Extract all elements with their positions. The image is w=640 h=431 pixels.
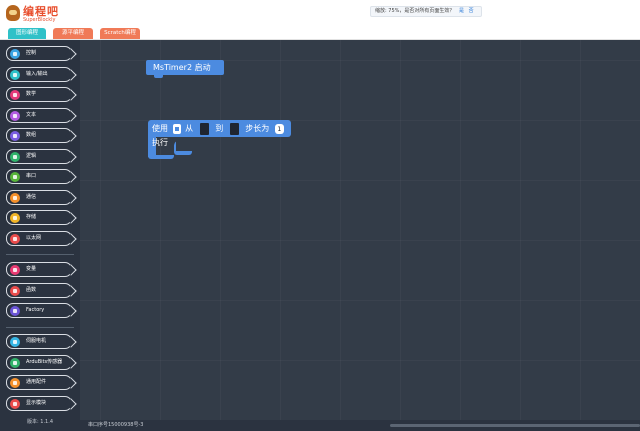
grid-line [580, 40, 581, 420]
sidebar-category-label: 控制 [26, 50, 37, 56]
grid-line [80, 180, 640, 181]
sidebar-category-math[interactable]: 数学 [6, 87, 72, 102]
sidebar-category-label: 逻辑 [26, 152, 37, 159]
status-bar: 串口序号15000938号-3 [80, 420, 640, 431]
zoom-notice-bar: 缩放: 75%，是否对所有页面生效？ 是 否 [370, 6, 482, 17]
block-workspace[interactable]: MsTimer2 启动 使用 从 到 步长为 1 执行 [80, 40, 640, 420]
grid-line [400, 40, 401, 420]
grid-line [460, 40, 461, 420]
sidebar-category-label: 以太网 [26, 234, 42, 241]
zoom-no-button[interactable]: 否 [469, 7, 474, 16]
tab-graphic-programming[interactable]: 图形编程 [8, 28, 46, 39]
sidebar-category-accessory[interactable]: 通用配件 [6, 375, 72, 390]
sensor-icon [10, 357, 20, 368]
loop-step-value[interactable]: 1 [274, 123, 284, 134]
loop-step-label: 步长为 [245, 124, 270, 133]
sidebar-category-label: 输入/输出 [26, 70, 48, 77]
grid-line [520, 40, 521, 420]
for-loop-block[interactable]: 使用 从 到 步长为 1 [148, 120, 291, 137]
serial-status: 串口序号15000938号-3 [88, 422, 144, 428]
sidebar-category-io[interactable]: 输入/输出 [6, 66, 72, 82]
sidebar-category-function[interactable]: 函数 [6, 282, 72, 298]
sidebar-divider [6, 254, 74, 255]
serial-icon [10, 172, 20, 182]
sidebar-category-logic[interactable]: 逻辑 [6, 148, 72, 164]
loop-from-socket[interactable] [199, 122, 209, 135]
loop-variable-socket[interactable] [172, 123, 181, 134]
sidebar-category-serial[interactable]: 串口 [6, 169, 72, 184]
sidebar-category-control[interactable]: 控制 [6, 46, 72, 61]
sidebar-divider [6, 326, 74, 328]
sidebar-category-label: 串口 [26, 173, 37, 179]
grid-line [160, 40, 161, 420]
top-bar: 编程吧 SuperBlockly 图形编程 源平编程 Scratch编程 缩放:… [0, 0, 640, 40]
zoom-yes-button[interactable]: 是 [459, 7, 464, 16]
sidebar-category-display[interactable]: 显示模块 [6, 395, 72, 411]
sidebar-category-text[interactable]: 文本 [6, 107, 72, 123]
control-icon [10, 49, 20, 59]
ethernet-icon [10, 233, 20, 244]
grid-line [280, 40, 281, 420]
function-icon [10, 285, 20, 296]
math-icon [10, 90, 20, 100]
loop-block-bottom [148, 155, 174, 159]
loop-slot-notch [176, 137, 194, 151]
array-icon [10, 131, 20, 141]
sidebar-category-factory[interactable]: Factory [6, 303, 72, 318]
sidebar-category-label: 显示模块 [26, 399, 47, 406]
loop-to-label: 到 [215, 124, 224, 133]
tab-code-programming[interactable]: 源平编程 [53, 28, 93, 39]
grid-line [80, 300, 640, 301]
display-icon [10, 398, 20, 409]
app-logo[interactable]: 编程吧 SuperBlockly [6, 4, 66, 24]
loop-to-socket[interactable] [229, 122, 239, 135]
factory-icon [10, 306, 20, 316]
logic-icon [10, 151, 20, 162]
sidebar-category-label: Factory [26, 307, 45, 313]
sidebar-category-sensor[interactable]: ArduBits传感器 [6, 354, 72, 370]
accessory-icon [10, 378, 20, 388]
mstimer2-start-label: MsTimer2 启动 [153, 63, 211, 72]
variable-icon [10, 265, 20, 275]
comm-icon [10, 192, 20, 203]
tab-scratch-programming[interactable]: Scratch编程 [100, 28, 140, 39]
loop-prefix-label: 使用 [152, 124, 168, 133]
sidebar-category-label: 数组 [26, 132, 37, 138]
sidebar-category-comm[interactable]: 通信 [6, 189, 72, 205]
sidebar-category-label: 文本 [26, 111, 37, 118]
storage-icon [10, 213, 20, 223]
io-icon [10, 69, 20, 80]
sidebar-category-label: 函数 [26, 286, 37, 293]
zoom-notice-text: 缩放: 75%，是否对所有页面生效？ [375, 8, 455, 14]
sidebar-category-label: ArduBits传感器 [26, 358, 63, 365]
sidebar-category-servo[interactable]: 伺服电机 [6, 334, 72, 349]
sidebar-category-array[interactable]: 数组 [6, 128, 72, 143]
text-icon [10, 110, 20, 121]
grid-line [100, 40, 101, 420]
grid-line [80, 360, 640, 361]
sidebar-category-label: 变量 [26, 266, 37, 272]
mascot-icon [6, 5, 20, 21]
sidebar-category-storage[interactable]: 存储 [6, 210, 72, 225]
logo-subtitle: SuperBlockly [23, 17, 56, 23]
grid-line [80, 240, 640, 241]
sidebar-category-label: 存储 [26, 214, 37, 220]
sidebar-category-label: 数学 [26, 91, 37, 97]
block-connector [154, 74, 163, 78]
grid-line [220, 40, 221, 420]
servo-icon [10, 337, 20, 347]
sidebar-category-label: 通信 [26, 193, 37, 200]
category-sidebar: 版本: 1.1.4 控制输入/输出数学文本数组逻辑串口通信存储以太网变量函数 Fa… [0, 40, 80, 431]
sidebar-category-label: 伺服电机 [26, 338, 47, 344]
sidebar-category-variable[interactable]: 变量 [6, 262, 72, 277]
loop-exec-label: 执行 [152, 138, 168, 147]
version-label: 版本: 1.1.4 [27, 419, 53, 425]
workspace-scrollbar[interactable] [390, 424, 640, 427]
loop-from-label: 从 [185, 124, 194, 133]
mstimer2-start-block[interactable]: MsTimer2 启动 [146, 60, 224, 78]
grid-line [340, 40, 341, 420]
sidebar-category-ethernet[interactable]: 以太网 [6, 230, 72, 246]
sidebar-category-label: 通用配件 [26, 379, 47, 385]
